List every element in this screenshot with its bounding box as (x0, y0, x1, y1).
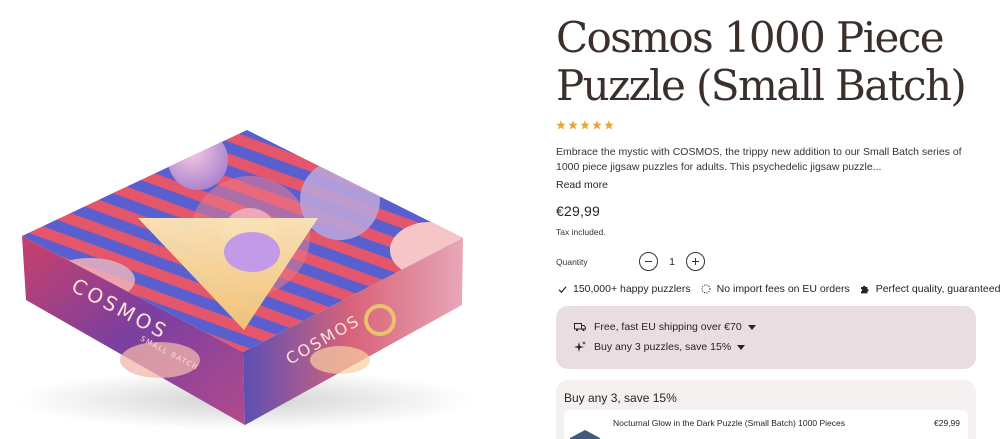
promo-box: Free, fast EU shipping over €70 Buy any … (556, 306, 976, 369)
feature-label: Perfect quality, guaranteed (875, 283, 1000, 295)
feature-label: 150,000+ happy puzzlers (573, 283, 691, 295)
bundle-item-name: Nocturnal Glow in the Dark Puzzle (Small… (613, 418, 845, 428)
bundle-offer: Buy any 3, save 15% Nocturnal Glow in th… (556, 380, 976, 439)
bundle-promo-label: Buy any 3 puzzles, save 15% (594, 341, 732, 353)
feature-item: Perfect quality, guaranteed (860, 283, 1000, 295)
product-title: Cosmos 1000 Piece Puzzle (Small Batch) (556, 13, 967, 110)
feature-list: 150,000+ happy puzzlers No import fees o… (558, 283, 1000, 295)
product-image-gallery[interactable]: COSMOS SMALL BATCH COSMOS (0, 0, 520, 439)
product-info: Cosmos 1000 Piece Puzzle (Small Batch) E… (556, 0, 1000, 439)
increase-quantity-button[interactable] (686, 252, 705, 271)
quantity-stepper: 1 (639, 252, 705, 271)
tax-note: Tax included. (556, 227, 606, 237)
check-icon (558, 285, 567, 293)
star-icon (580, 120, 590, 130)
bundle-promo-toggle[interactable]: Buy any 3 puzzles, save 15% (574, 341, 746, 353)
rating-stars[interactable] (556, 120, 614, 130)
puzzle-box-image: COSMOS SMALL BATCH COSMOS (15, 130, 475, 430)
decrease-quantity-button[interactable] (639, 252, 658, 271)
bundle-offer-title: Buy any 3, save 15% (564, 391, 677, 405)
read-more-link[interactable]: Read more (556, 179, 608, 191)
quantity-label: Quantity (556, 257, 588, 267)
star-icon (604, 120, 614, 130)
bundle-item-price: €29,99 (934, 418, 960, 428)
truck-icon (574, 323, 586, 332)
product-description: Embrace the mystic with COSMOS, the trip… (556, 146, 962, 173)
minus-icon (645, 261, 652, 262)
dotted-circle-icon (701, 284, 711, 294)
shipping-promo-toggle[interactable]: Free, fast EU shipping over €70 (574, 321, 756, 333)
product-price: €29,99 (556, 203, 601, 219)
feature-item: 150,000+ happy puzzlers (558, 283, 691, 295)
bundle-item[interactable]: Nocturnal Glow in the Dark Puzzle (Small… (564, 410, 968, 439)
quantity-value[interactable]: 1 (658, 256, 686, 268)
chevron-down-icon (737, 344, 746, 350)
chevron-down-icon (747, 324, 756, 330)
shipping-promo-label: Free, fast EU shipping over €70 (594, 321, 742, 333)
puzzle-piece-icon (860, 285, 869, 294)
bundle-item-thumbnail (570, 430, 600, 439)
star-icon (556, 120, 566, 130)
star-icon (568, 120, 578, 130)
star-icon (592, 120, 602, 130)
plus-icon (692, 258, 699, 265)
sparkle-icon (574, 341, 586, 352)
feature-label: No import fees on EU orders (716, 283, 850, 295)
feature-item: No import fees on EU orders (701, 283, 850, 295)
